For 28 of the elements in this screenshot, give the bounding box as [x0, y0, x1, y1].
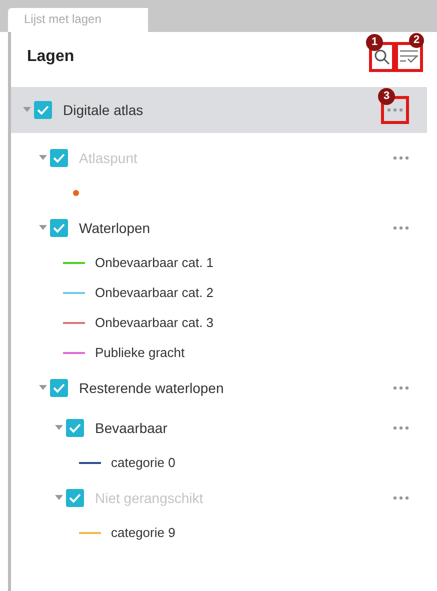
layer-name[interactable]: Resterende waterlopen [79, 378, 224, 398]
callout-badge: 1 [366, 34, 383, 51]
layer-name[interactable]: Waterlopen [79, 218, 150, 238]
layer-checkbox[interactable] [34, 101, 52, 119]
callout-badge: 3 [378, 88, 395, 105]
legend-label: categorie 0 [111, 454, 176, 472]
layer-checkbox[interactable] [50, 379, 68, 397]
legend-label: Publieke gracht [95, 344, 185, 362]
caret-icon[interactable] [23, 107, 31, 113]
panel-title: Lagen [27, 47, 74, 67]
caret-icon[interactable] [39, 385, 47, 391]
filter-list-icon[interactable] [400, 50, 418, 64]
layer-name[interactable]: Bevaarbaar [95, 418, 168, 438]
more-icon[interactable] [393, 426, 409, 430]
caret-icon[interactable] [39, 225, 47, 231]
more-icon[interactable] [387, 108, 403, 112]
caret-icon[interactable] [55, 425, 63, 431]
legend-label: Onbevaarbaar cat. 2 [95, 284, 214, 302]
legend-label: Onbevaarbaar cat. 1 [95, 254, 214, 272]
more-icon[interactable] [393, 226, 409, 230]
legend-label: categorie 9 [111, 524, 176, 542]
layer-checkbox[interactable] [66, 419, 84, 437]
callout-badge: 2 [409, 33, 424, 48]
search-icon[interactable] [374, 49, 390, 65]
layer-name[interactable]: Digitale atlas [63, 100, 144, 120]
more-icon[interactable] [393, 386, 409, 390]
legend-label: Onbevaarbaar cat. 3 [95, 314, 214, 332]
layer-checkbox[interactable] [50, 219, 68, 237]
